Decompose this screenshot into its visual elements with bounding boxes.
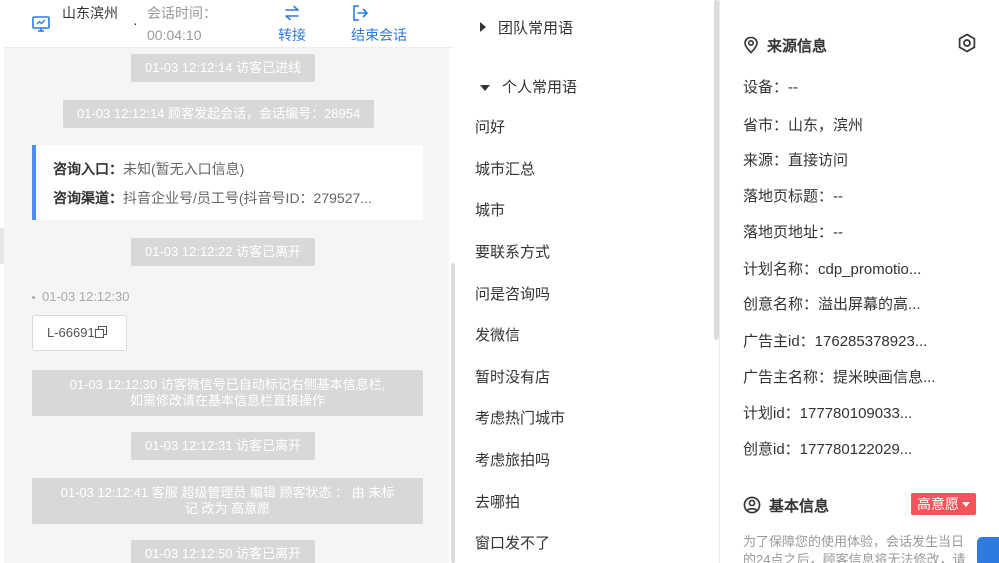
visitor-location: 山东滨州 (62, 5, 118, 21)
chat-workspace: 山东滨州 · 会话时间： 00:04:10 转接 结束会话 01-03 12:1… (0, 0, 999, 563)
info-row-advertiser-name: 广告主名称：提米映画信息... (743, 369, 936, 386)
system-message: 01-03 12:12:14 访客已进线 (131, 54, 316, 82)
visitor-message-text: L-66691 (47, 325, 95, 340)
group-label: 团队常用语 (498, 20, 574, 37)
phrase-item[interactable]: 城市 (475, 199, 505, 220)
phrase-item[interactable]: 窗口发不了 (475, 532, 550, 553)
transfer-label: 转接 (278, 27, 306, 43)
group-personal-phrases[interactable]: 个人常用语 (480, 76, 577, 97)
user-circle-icon (743, 496, 761, 514)
system-message: 01-03 12:12:22 访客已离开 (131, 238, 316, 266)
info-row-device: 设备：-- (743, 79, 798, 96)
system-message: 01-03 12:12:30 访客微信号已自动标记右侧基本信息栏, 如需修改请在… (32, 370, 423, 416)
system-message-line: 记 改为 高意愿 (184, 501, 271, 516)
phrase-item[interactable]: 问是咨询吗 (475, 283, 550, 304)
phrase-item[interactable]: 问好 (475, 116, 505, 137)
caret-down-icon (962, 502, 970, 507)
system-message: 01-03 12:12:41 客服 超级管理员 编辑 顾客状态 ： 由 未标 记… (32, 478, 423, 524)
system-message-line: 01-03 12:12:41 客服 超级管理员 编辑 顾客状态 ： 由 未标 (60, 485, 395, 500)
phrase-item[interactable]: 暂时没有店 (475, 366, 550, 387)
system-message-line: 01-03 12:12:30 访客微信号已自动标记右侧基本信息栏, (69, 377, 386, 392)
session-time-label: 会话时间： (147, 5, 217, 21)
info-row-province: 省市：山东，滨州 (743, 117, 864, 134)
edit-notice: 为了保障您的使用体验，会话发生当日的24点之后，顾客信息将无法修改，请 (743, 534, 966, 563)
common-phrases-panel: 团队常用语 个人常用语 问好 城市汇总 城市 要联系方式 问是咨询吗 发微信 暂… (457, 0, 713, 563)
phrase-item[interactable]: 考虑热门城市 (475, 407, 565, 428)
source-info-title: 来源信息 (743, 35, 827, 56)
chat-pane: 山东滨州 · 会话时间： 00:04:10 转接 结束会话 01-03 12:1… (0, 0, 456, 563)
info-row-landing-title: 落地页标题：-- (743, 188, 843, 205)
phrases-scrollbar[interactable] (713, 0, 720, 563)
channel-label: 咨询渠道： (53, 190, 123, 206)
intent-status-dropdown[interactable]: 高意愿 (911, 493, 976, 515)
settings-icon[interactable] (957, 33, 977, 53)
info-row-advertiser-id: 广告主id：176285378923... (743, 333, 928, 350)
phrase-item[interactable]: 去哪拍 (475, 491, 520, 512)
system-message: 01-03 12:12:14 顾客发起会话，会话编号：28954 (63, 100, 375, 128)
info-row-plan-id: 计划id：177780109033... (743, 405, 913, 422)
section-title-text: 基本信息 (769, 498, 830, 515)
exit-icon (353, 5, 369, 21)
entry-label: 咨询入口： (53, 161, 123, 177)
group-team-phrases[interactable]: 团队常用语 (480, 17, 573, 38)
timestamp-text: 01-03 12:12:30 (42, 289, 130, 304)
chat-header: 山东滨州 · 会话时间： 00:04:10 转接 结束会话 (4, 0, 454, 48)
separator-dot: · (133, 15, 138, 31)
info-row-source: 来源：直接访问 (743, 152, 849, 169)
session-time-value: 00:04:10 (147, 27, 202, 43)
caret-down-icon (480, 85, 490, 91)
visitor-info-panel: 来源信息 设备：-- 省市：山东，滨州 来源：直接访问 落地页标题：-- 落地页… (721, 0, 999, 563)
transfer-icon (285, 5, 299, 21)
phrase-item[interactable]: 考虑旅拍吗 (475, 449, 550, 470)
system-message: 01-03 12:12:50 访客已离开 (131, 540, 316, 563)
visitor-message-bubble[interactable]: L-66691 (32, 315, 127, 351)
intent-status-label: 高意愿 (917, 496, 959, 512)
phrase-item[interactable]: 城市汇总 (475, 158, 535, 179)
end-session-button[interactable]: 结束会话 (351, 2, 415, 46)
monitor-icon (32, 16, 50, 32)
info-row-landing-url: 落地页地址：-- (743, 224, 843, 241)
consult-info-card: 咨询入口：未知(暂无入口信息) 咨询渠道：抖音企业号/员工号(抖音号ID：279… (32, 145, 423, 220)
chat-message-list[interactable]: 01-03 12:12:14 访客已进线 01-03 12:12:14 顾客发起… (4, 48, 449, 563)
info-row-creative-name: 创意名称：溢出屏幕的高... (743, 296, 921, 313)
phrase-item[interactable]: 发微信 (475, 324, 520, 345)
chat-scrollbar[interactable] (449, 48, 456, 563)
end-session-label: 结束会话 (351, 27, 407, 43)
info-row-plan-name: 计划名称：cdp_promotio... (743, 261, 922, 278)
group-label: 个人常用语 (502, 79, 578, 96)
copy-icon[interactable] (94, 326, 107, 338)
location-pin-icon (744, 36, 758, 54)
floating-action-button[interactable] (977, 537, 999, 563)
transfer-button[interactable]: 转接 (272, 2, 312, 46)
info-row-creative-id: 创意id：177780122029... (743, 441, 913, 458)
system-message: 01-03 12:12:31 访客已离开 (131, 432, 316, 460)
channel-value: 抖音企业号/员工号(抖音号ID：279527... (123, 190, 372, 206)
section-title-text: 来源信息 (767, 38, 828, 55)
caret-right-icon (480, 22, 486, 32)
phrase-item[interactable]: 要联系方式 (475, 241, 550, 262)
entry-value: 未知(暂无入口信息) (123, 161, 245, 177)
system-message-line: 如需修改请在基本信息栏直接操作 (129, 393, 325, 408)
basic-info-title: 基本信息 (743, 495, 829, 516)
message-timestamp: 01-03 12:12:30 (32, 289, 129, 304)
